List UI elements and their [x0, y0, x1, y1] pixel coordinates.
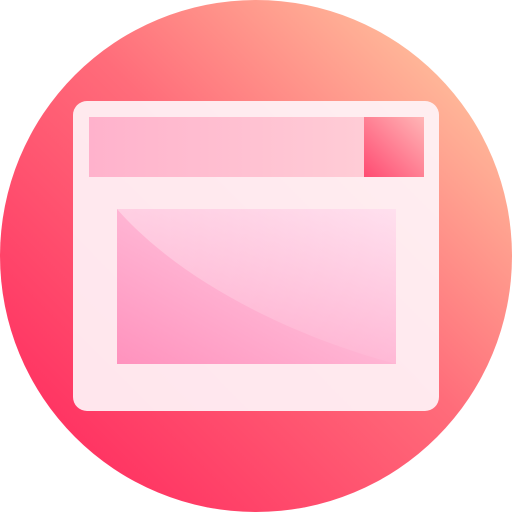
window-close-button-square	[364, 117, 424, 177]
icon-canvas	[0, 0, 512, 512]
browser-window-icon	[0, 0, 512, 512]
